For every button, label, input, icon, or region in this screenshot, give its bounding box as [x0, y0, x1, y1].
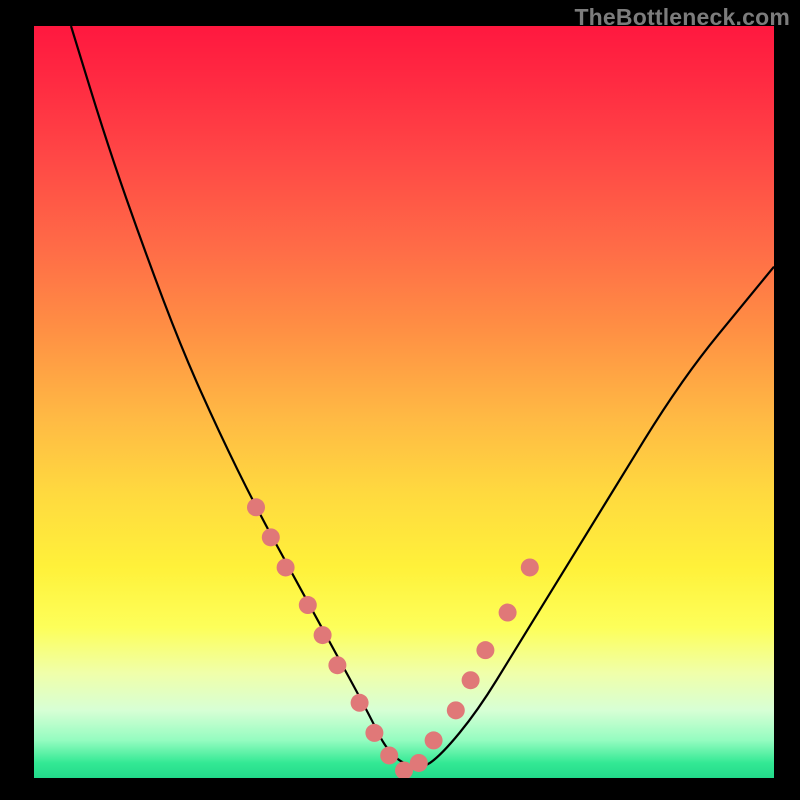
marker-point: [499, 604, 517, 622]
marker-group: [247, 498, 539, 778]
bottleneck-curve-path: [71, 26, 774, 767]
marker-point: [476, 641, 494, 659]
marker-point: [365, 724, 383, 742]
chart-frame: TheBottleneck.com: [0, 0, 800, 800]
marker-point: [425, 731, 443, 749]
marker-point: [299, 596, 317, 614]
marker-point: [314, 626, 332, 644]
marker-point: [462, 671, 480, 689]
marker-point: [410, 754, 428, 772]
marker-point: [521, 558, 539, 576]
marker-point: [328, 656, 346, 674]
marker-point: [351, 694, 369, 712]
plot-area: [34, 26, 774, 778]
curve-svg: [34, 26, 774, 778]
marker-point: [277, 558, 295, 576]
marker-point: [380, 746, 398, 764]
marker-point: [262, 528, 280, 546]
marker-point: [247, 498, 265, 516]
marker-point: [447, 701, 465, 719]
